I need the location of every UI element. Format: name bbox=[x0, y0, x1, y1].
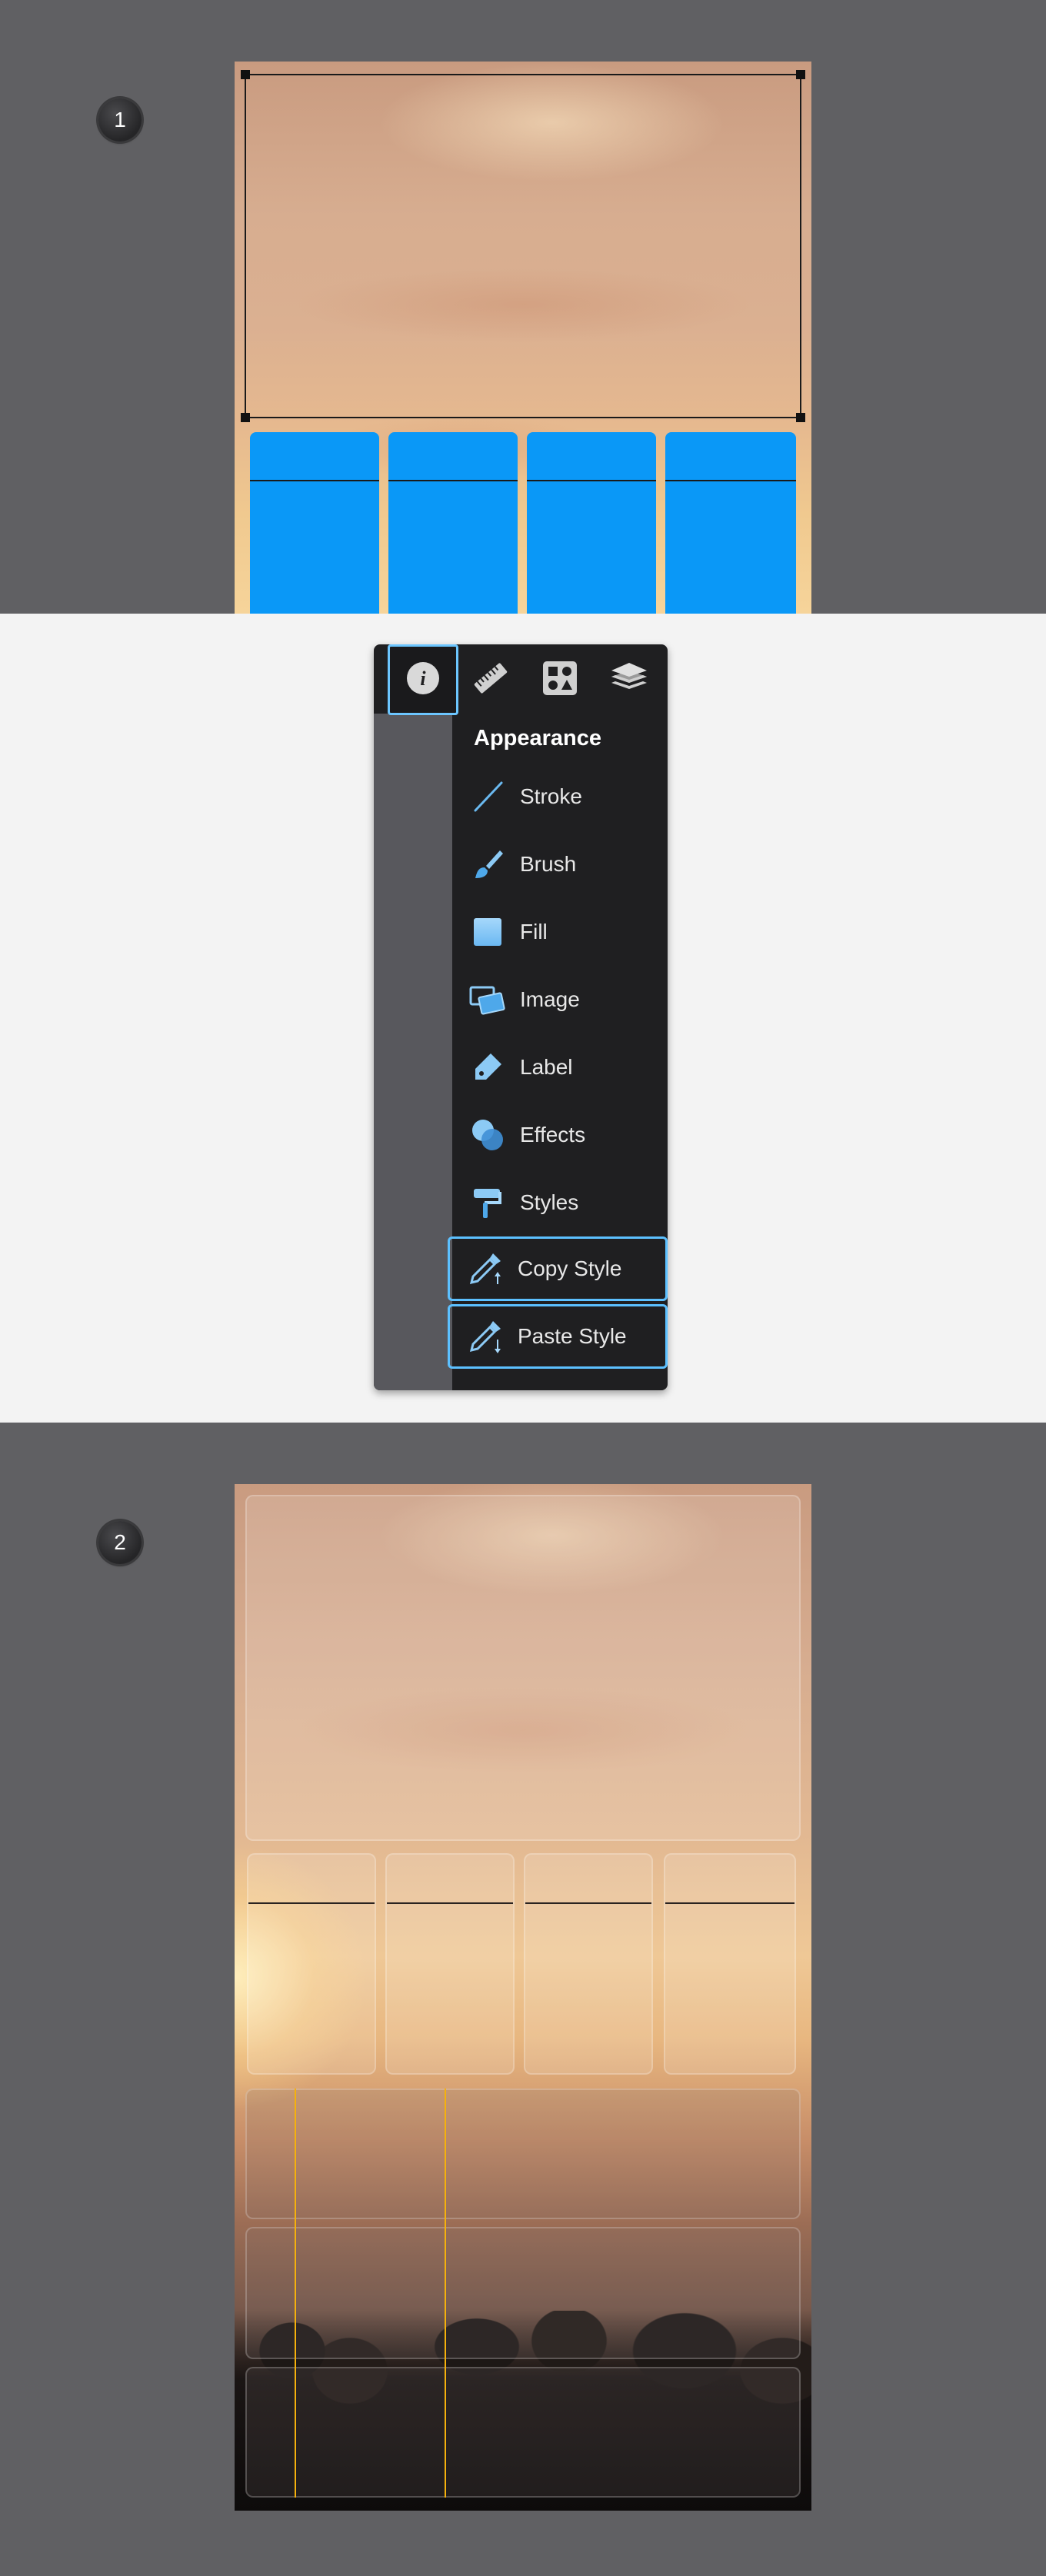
resize-handle-bottom-right[interactable] bbox=[796, 413, 805, 422]
menu-item-label: Effects bbox=[520, 1123, 586, 1147]
paste-style-icon bbox=[450, 1318, 511, 1355]
background-photo bbox=[235, 1484, 811, 2511]
toolbox-sidebar bbox=[374, 714, 452, 1390]
menu-item-image[interactable]: Image bbox=[452, 967, 668, 1032]
tab-layers[interactable] bbox=[594, 644, 665, 715]
shapes-icon bbox=[541, 660, 578, 701]
glass-row-2[interactable] bbox=[245, 2227, 801, 2359]
ruler-icon bbox=[471, 659, 510, 701]
blue-card-4[interactable] bbox=[665, 432, 796, 614]
glass-row-3[interactable] bbox=[245, 2367, 801, 2498]
section-title: Appearance bbox=[474, 726, 602, 751]
glass-card-2[interactable] bbox=[385, 1853, 515, 2075]
blue-card-2[interactable] bbox=[388, 432, 518, 614]
vertical-guide-2 bbox=[445, 2088, 446, 2498]
menu-item-label[interactable]: Label bbox=[452, 1035, 668, 1100]
glass-card-1[interactable] bbox=[247, 1853, 376, 2075]
glass-card-4[interactable] bbox=[664, 1853, 796, 2075]
menu-item-label-text: Label bbox=[520, 1055, 573, 1079]
glass-row-1[interactable] bbox=[245, 2088, 801, 2219]
menu-item-effects[interactable]: Effects bbox=[452, 1103, 668, 1167]
stroke-icon bbox=[452, 780, 514, 814]
svg-text:i: i bbox=[420, 667, 426, 690]
menu-item-brush[interactable]: Brush bbox=[452, 832, 668, 897]
step-2-badge: 2 bbox=[98, 1521, 142, 1564]
menu-item-label: Stroke bbox=[520, 784, 582, 808]
vertical-guide-1 bbox=[295, 2088, 296, 2498]
menu-item-label: Fill bbox=[520, 920, 548, 944]
label-icon bbox=[452, 1050, 514, 1084]
selection-frame[interactable] bbox=[245, 74, 801, 418]
step-1-badge: 1 bbox=[98, 98, 142, 141]
resize-handle-top-left[interactable] bbox=[241, 70, 250, 79]
copy-style-icon bbox=[450, 1250, 511, 1287]
menu-item-styles[interactable]: Styles bbox=[452, 1170, 668, 1235]
resize-handle-bottom-left[interactable] bbox=[241, 413, 250, 422]
info-icon: i bbox=[405, 661, 441, 700]
menu-item-label: Copy Style bbox=[518, 1256, 622, 1280]
styles-icon bbox=[452, 1186, 514, 1220]
image-icon bbox=[452, 983, 514, 1017]
glass-card-3[interactable] bbox=[524, 1853, 653, 2075]
tab-shapes[interactable] bbox=[525, 644, 595, 715]
toolbox-panel: i Appearance Stroke Brush Fill Image Lab… bbox=[374, 644, 668, 1390]
resize-handle-top-right[interactable] bbox=[796, 70, 805, 79]
menu-item-label: Styles bbox=[520, 1190, 579, 1214]
menu-item-fill[interactable]: Fill bbox=[452, 900, 668, 964]
menu-item-label: Paste Style bbox=[518, 1324, 627, 1348]
tab-ruler[interactable] bbox=[455, 644, 526, 715]
brush-icon bbox=[452, 847, 514, 881]
fill-icon bbox=[452, 915, 514, 949]
layers-icon bbox=[608, 660, 650, 701]
blue-card-3[interactable] bbox=[527, 432, 656, 614]
blue-card-1[interactable] bbox=[250, 432, 379, 614]
tab-info[interactable]: i bbox=[388, 644, 458, 715]
menu-item-label: Image bbox=[520, 987, 580, 1011]
menu-item-label: Brush bbox=[520, 852, 577, 876]
menu-item-stroke[interactable]: Stroke bbox=[452, 764, 668, 829]
menu-item-copy-style[interactable]: Copy Style bbox=[448, 1236, 668, 1301]
effects-icon bbox=[452, 1117, 514, 1153]
menu-item-paste-style[interactable]: Paste Style bbox=[448, 1304, 668, 1369]
glass-header-card[interactable] bbox=[245, 1495, 801, 1841]
